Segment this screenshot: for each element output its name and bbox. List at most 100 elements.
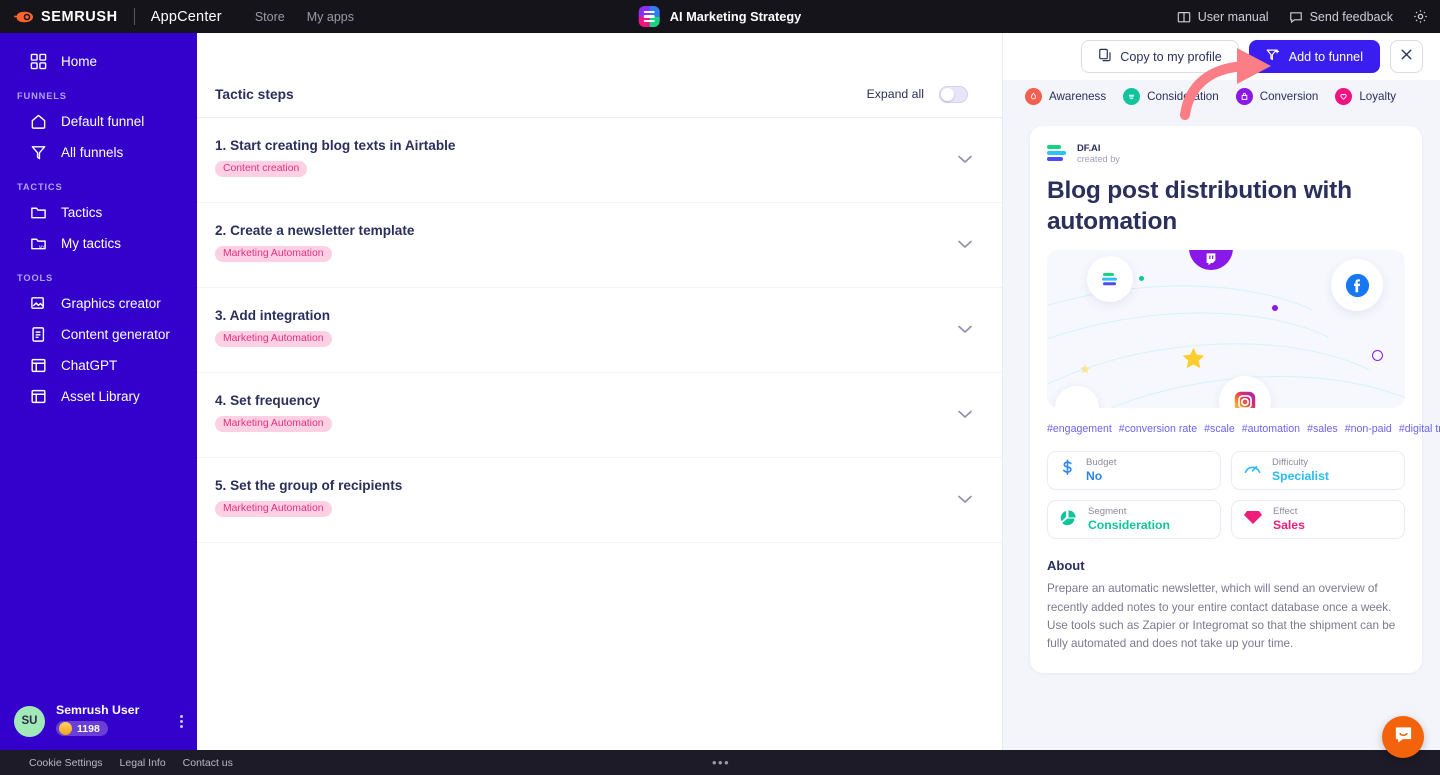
app-title-label: AI Marketing Strategy [670, 9, 802, 24]
metric-difficulty-value: Specialist [1272, 469, 1329, 485]
page-title: Tactic steps [215, 87, 294, 102]
creator-subtitle: created by [1077, 154, 1120, 166]
stage-loyalty-label: Loyalty [1359, 90, 1396, 103]
chevron-down-icon[interactable] [958, 236, 972, 254]
step-title: 3. Add integration [215, 308, 968, 323]
semrush-flame-icon [14, 7, 34, 27]
tactic-tags: #engagement #conversion rate #scale #automa… [1047, 421, 1405, 437]
intercom-chat-icon [1393, 724, 1414, 750]
sidebar-label-my-tactics: My tactics [61, 236, 121, 251]
avatar: SU [14, 706, 45, 737]
chevron-down-icon[interactable] [958, 406, 972, 424]
tactic-step-row[interactable]: 2. Create a newsletter template Marketin… [197, 203, 1002, 288]
footer-links: Cookie Settings Legal Info Contact us [0, 757, 233, 769]
tag-item[interactable]: #digital transformation [1399, 423, 1440, 435]
sidebar-item-home[interactable]: Home [0, 46, 197, 77]
svg-text:MY: MY [38, 245, 44, 249]
sidebar-item-default-funnel[interactable]: Default funnel [0, 106, 197, 137]
top-bar: SEMRUSH AppCenter Store My apps AI Marke… [0, 0, 1440, 33]
brand-name: SEMRUSH [41, 9, 118, 25]
circle-outline-purple [1372, 350, 1383, 361]
tactic-step-row[interactable]: 3. Add integration Marketing Automation [197, 288, 1002, 373]
tactic-step-row[interactable]: 1. Start creating blog texts in Airtable… [197, 118, 1002, 203]
step-title: 4. Set frequency [215, 393, 968, 408]
footer-bar: Cookie Settings Legal Info Contact us ••… [0, 750, 1440, 775]
tactic-hero-image [1047, 250, 1405, 408]
funnel-stages: Awareness Consideration Conversion Loyal… [1003, 80, 1440, 113]
nav-store[interactable]: Store [255, 10, 285, 24]
sidebar-item-tactics[interactable]: Tactics [0, 197, 197, 228]
intercom-launcher[interactable] [1382, 716, 1424, 758]
metric-budget: Budget No [1047, 451, 1221, 490]
ellipsis-icon[interactable]: ••• [712, 755, 730, 770]
semrush-logo[interactable]: SEMRUSH AppCenter [0, 7, 222, 27]
user-manual-button[interactable]: User manual [1177, 10, 1269, 24]
layout-icon [28, 356, 48, 376]
twitch-icon [1189, 250, 1233, 270]
sidebar-item-all-funnels[interactable]: All funnels [0, 137, 197, 168]
user-manual-label: User manual [1198, 10, 1269, 24]
app-logo-icon [639, 6, 660, 27]
footer-contact-us[interactable]: Contact us [183, 757, 233, 769]
folder-my-icon: MY [28, 234, 48, 254]
layout-icon [28, 387, 48, 407]
chevron-down-icon[interactable] [958, 151, 972, 169]
pie-icon [1059, 508, 1078, 532]
sidebar-label-chatgpt: ChatGPT [61, 358, 117, 373]
tag-item[interactable]: #automation [1242, 423, 1300, 435]
close-panel-button[interactable] [1390, 40, 1423, 73]
send-feedback-button[interactable]: Send feedback [1289, 10, 1393, 24]
stage-awareness[interactable]: Awareness [1025, 88, 1106, 105]
sidebar-label-tactics: Tactics [61, 205, 102, 220]
copy-to-my-profile-label: Copy to my profile [1120, 50, 1222, 64]
tag-item[interactable]: #sales [1307, 423, 1338, 435]
sidebar-user-section[interactable]: SU Semrush User 1198 [0, 692, 197, 750]
chevron-down-icon[interactable] [958, 491, 972, 509]
sidebar-group-tactics: TACTICS [0, 182, 197, 192]
nav-my-apps[interactable]: My apps [307, 10, 354, 24]
metric-effect: Effect Sales [1231, 500, 1405, 539]
stage-conversion[interactable]: Conversion [1236, 88, 1319, 105]
stage-loyalty[interactable]: Loyalty [1335, 88, 1396, 105]
diamond-icon [1243, 508, 1263, 531]
settings-button[interactable] [1413, 9, 1428, 24]
credits-count: 1198 [77, 723, 100, 735]
metric-difficulty-label: Difficulty [1272, 457, 1329, 469]
kebab-menu-icon[interactable] [180, 715, 183, 728]
metric-segment-value: Consideration [1088, 518, 1170, 534]
sidebar-item-chatgpt[interactable]: ChatGPT [0, 350, 197, 381]
tactic-detail-panel: Copy to my profile Add to funnel [1003, 33, 1440, 750]
tag-item[interactable]: #engagement [1047, 423, 1112, 435]
tag-item[interactable]: #scale [1204, 423, 1235, 435]
tag-item[interactable]: #non-paid [1345, 423, 1392, 435]
tactic-step-row[interactable]: 4. Set frequency Marketing Automation [197, 373, 1002, 458]
detail-actions-bar: Copy to my profile Add to funnel [1003, 33, 1440, 80]
sidebar-item-my-tactics[interactable]: MY My tactics [0, 228, 197, 259]
tactic-step-row[interactable]: 5. Set the group of recipients Marketing… [197, 458, 1002, 543]
stage-awareness-label: Awareness [1049, 90, 1106, 103]
metric-segment-texts: Segment Consideration [1088, 506, 1170, 534]
expand-all-toggle[interactable] [939, 86, 968, 103]
step-title: 1. Start creating blog texts in Airtable [215, 138, 968, 153]
step-title: 2. Create a newsletter template [215, 223, 968, 238]
sidebar-item-asset-library[interactable]: Asset Library [0, 381, 197, 412]
add-to-funnel-button[interactable]: Add to funnel [1249, 40, 1380, 73]
stage-consideration[interactable]: Consideration [1123, 88, 1219, 105]
copy-to-my-profile-button[interactable]: Copy to my profile [1081, 40, 1239, 73]
book-icon [1177, 10, 1191, 24]
footer-legal-info[interactable]: Legal Info [120, 757, 166, 769]
tactic-steps-panel: Tactic steps Expand all 1. Start creatin… [197, 33, 1003, 750]
sidebar-item-graphics-creator[interactable]: Graphics creator [0, 288, 197, 319]
chevron-down-icon[interactable] [958, 321, 972, 339]
dot-green [1139, 276, 1144, 281]
sidebar-label-all-funnels: All funnels [61, 145, 123, 160]
stage-consideration-label: Consideration [1147, 90, 1219, 103]
df-ai-logo-icon [1047, 143, 1068, 164]
gauge-icon [1243, 459, 1262, 482]
step-tag: Marketing Automation [215, 331, 332, 347]
tag-item[interactable]: #conversion rate [1119, 423, 1197, 435]
metric-difficulty-texts: Difficulty Specialist [1272, 457, 1329, 485]
sidebar-item-content-generator[interactable]: Content generator [0, 319, 197, 350]
footer-cookie-settings[interactable]: Cookie Settings [29, 757, 103, 769]
step-tag: Marketing Automation [215, 416, 332, 432]
